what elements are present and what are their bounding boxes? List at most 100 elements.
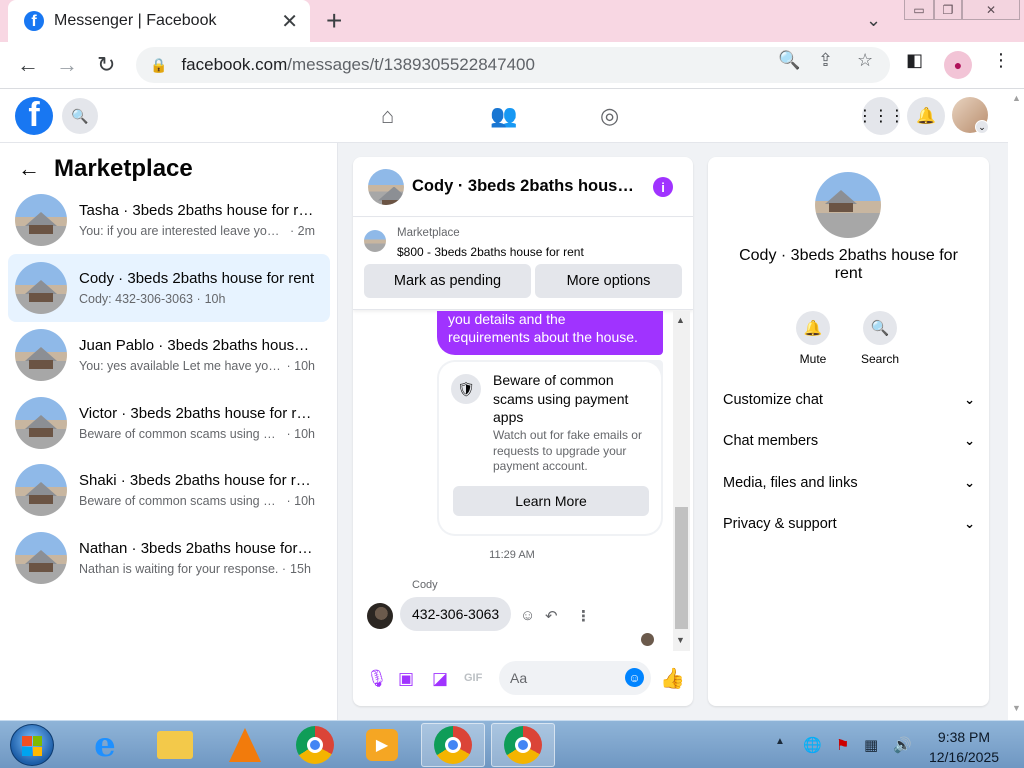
address-bar[interactable]: 🔒 facebook.com/messages/t/13893055228474… (136, 47, 890, 83)
microphone-icon[interactable]: 🎙 (366, 669, 388, 689)
scroll-down-arrow-icon[interactable]: ▼ (676, 635, 685, 645)
account-chevron-icon[interactable]: ⌄ (975, 120, 989, 134)
scroll-thumb[interactable] (675, 507, 688, 629)
show-hidden-icons-icon[interactable]: ▲ (775, 736, 785, 747)
sender-name: Cody (412, 579, 438, 591)
listing-thumbnail[interactable] (364, 230, 386, 252)
back-icon[interactable]: ← (17, 52, 39, 78)
sticker-icon[interactable]: ◪ (432, 669, 448, 689)
conversation-name: Victor · 3beds 2baths house for rent (79, 405, 315, 422)
conversation-info-icon[interactable]: i (653, 177, 673, 197)
lock-icon[interactable]: 🔒 (150, 57, 167, 74)
chrome-window-2[interactable] (491, 723, 555, 767)
page-scroll-up-icon[interactable]: ▲ (1012, 93, 1021, 103)
internet-explorer-icon[interactable]: e (73, 723, 137, 767)
conversation-item[interactable]: Shaki · 3beds 2baths house for rent Bewa… (8, 456, 330, 524)
clock-date: 12/16/2025 (928, 749, 1000, 765)
sender-avatar[interactable] (367, 603, 393, 629)
message-scrollbar[interactable]: ▲ ▼ (673, 311, 690, 651)
network-status-icon[interactable]: ▦ (864, 736, 878, 754)
search-label: Search (860, 352, 900, 366)
windows-logo-icon (22, 736, 42, 756)
url-domain: facebook.com (181, 55, 288, 74)
page-scroll-down-icon[interactable]: ▼ (1012, 703, 1021, 713)
conversation-item[interactable]: Nathan · 3beds 2baths house for r... Nat… (8, 524, 330, 592)
conversation-item[interactable]: Juan Pablo · 3beds 2baths house f... You… (8, 321, 330, 389)
gif-icon[interactable]: GIF (464, 672, 482, 684)
tab-title: Messenger | Facebook (54, 12, 217, 29)
zoom-icon[interactable]: 🔍 (778, 50, 800, 71)
scroll-up-arrow-icon[interactable]: ▲ (676, 315, 685, 325)
chat-window: Cody · 3beds 2baths house f... i Marketp… (353, 157, 693, 706)
side-panel-icon[interactable]: ◧ (906, 50, 923, 71)
react-emoji-icon[interactable]: ☺ (520, 607, 535, 624)
menu-grid-icon[interactable]: ⋮⋮⋮ (857, 97, 905, 135)
media-player-icon[interactable]: ▶ (350, 723, 414, 767)
chat-members-row[interactable]: Chat members ⌄ (723, 433, 975, 449)
conversation-item[interactable]: Tasha · 3beds 2baths house for rent You:… (8, 186, 330, 254)
window-controls: ▭ ❐ ✕ (904, 0, 1022, 22)
share-icon[interactable]: ⇪ (818, 50, 833, 71)
message-composer: 🎙 ▣ ◪ GIF Aa ☺ 👍 (353, 657, 693, 701)
home-icon[interactable]: ⌂ (381, 103, 394, 129)
chrome-window-1[interactable] (421, 723, 485, 767)
bookmark-star-icon[interactable]: ☆ (857, 50, 873, 71)
file-explorer-icon[interactable] (143, 723, 207, 767)
mute-button[interactable]: 🔔 Mute (783, 311, 843, 366)
sent-message-bubble[interactable]: you details and the requirements about t… (437, 311, 663, 355)
emoji-icon[interactable]: ☺ (625, 668, 644, 687)
start-button[interactable] (10, 724, 54, 766)
forward-icon[interactable]: → (56, 52, 78, 78)
listing-price-title[interactable]: $800 - 3beds 2baths house for rent (397, 245, 584, 259)
search-in-conversation-button[interactable]: 🔍 Search (850, 311, 910, 366)
network-globe-icon[interactable]: 🌐 (803, 736, 822, 754)
house-thumbnail (15, 464, 67, 516)
received-message-bubble[interactable]: 432-306-3063 (400, 597, 512, 631)
more-options-button[interactable]: More options (535, 264, 682, 298)
vlc-icon[interactable] (213, 723, 277, 767)
chat-house-avatar[interactable] (368, 168, 404, 205)
browser-menu-icon[interactable]: ⋮ (992, 50, 1010, 71)
photo-icon[interactable]: ▣ (398, 669, 414, 689)
more-actions-icon[interactable]: ⋮ (576, 607, 591, 625)
browser-tab[interactable]: f Messenger | Facebook ✕ (8, 0, 310, 42)
facebook-logo-icon[interactable]: f (15, 97, 53, 135)
tab-search-chevron-icon[interactable]: ⌄ (866, 10, 881, 31)
search-icon[interactable]: 🔍 (62, 98, 98, 134)
message-list[interactable]: you details and the requirements about t… (353, 311, 693, 651)
restore-icon[interactable]: ❐ (934, 0, 962, 20)
volume-icon[interactable]: 🔊 (893, 736, 912, 754)
customize-chat-row[interactable]: Customize chat ⌄ (723, 392, 975, 408)
chat-header: Cody · 3beds 2baths house f... i (353, 157, 693, 217)
house-thumbnail (15, 329, 67, 381)
groups-icon[interactable]: ◎ (600, 103, 619, 129)
listing-photo[interactable] (815, 172, 881, 238)
close-window-icon[interactable]: ✕ (962, 0, 1020, 20)
listing-label: Marketplace (397, 227, 460, 239)
reload-icon[interactable]: ↻ (97, 52, 115, 78)
chevron-down-icon: ⌄ (964, 475, 975, 490)
new-tab-icon[interactable]: + (326, 5, 342, 37)
reply-icon[interactable]: ↶ (545, 607, 558, 625)
mark-as-pending-button[interactable]: Mark as pending (364, 264, 531, 298)
close-tab-icon[interactable]: ✕ (281, 9, 298, 34)
page-scrollbar[interactable]: ▲ ▼ (1008, 89, 1024, 720)
minimize-icon[interactable]: ▭ (904, 0, 934, 20)
browser-profile-icon[interactable]: ● (944, 51, 972, 79)
friends-icon[interactable]: 👥 (490, 103, 517, 129)
notifications-bell-icon[interactable]: 🔔 (907, 97, 945, 135)
back-arrow-icon[interactable]: ← (18, 156, 40, 182)
system-clock[interactable]: 9:38 PM 12/16/2025 (920, 727, 1008, 767)
conversation-item-active[interactable]: Cody · 3beds 2baths house for rent Cody:… (8, 254, 330, 322)
media-files-links-row[interactable]: Media, files and links ⌄ (723, 475, 975, 491)
thumbs-up-icon[interactable]: 👍 (660, 666, 685, 691)
clock-time: 9:38 PM (937, 729, 991, 745)
flag-alert-icon[interactable]: ⚑ (836, 736, 849, 754)
privacy-support-row[interactable]: Privacy & support ⌄ (723, 516, 975, 532)
info-title: Cody · 3beds 2baths house for rent (739, 247, 958, 282)
learn-more-button[interactable]: Learn More (453, 486, 649, 516)
conversation-item[interactable]: Victor · 3beds 2baths house for rent Bew… (8, 389, 330, 457)
chat-title[interactable]: Cody · 3beds 2baths house f... (412, 177, 642, 196)
chrome-icon[interactable] (283, 723, 347, 767)
house-thumbnail (15, 397, 67, 449)
